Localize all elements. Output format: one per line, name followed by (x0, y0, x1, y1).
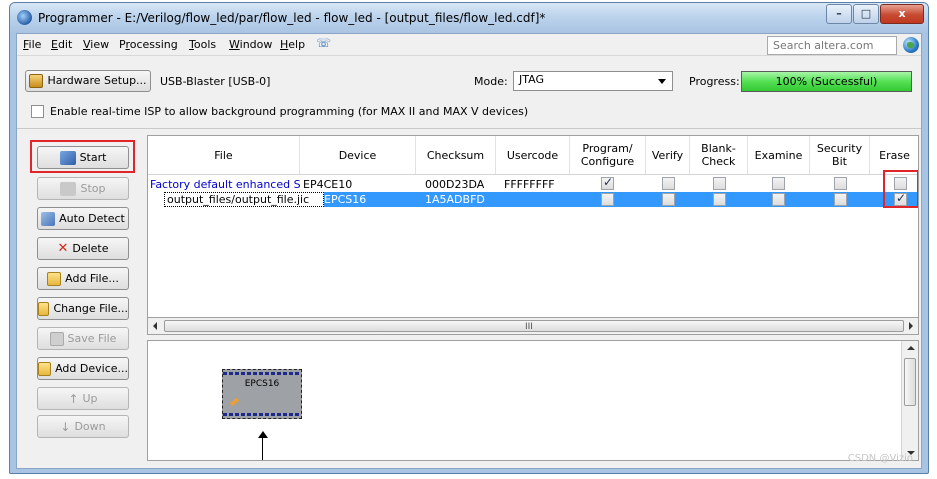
menu-file[interactable]: File (23, 38, 41, 51)
col-examine[interactable]: Examine (748, 136, 810, 174)
hardware-icon (29, 74, 44, 88)
row0-program-checkbox[interactable] (601, 175, 614, 190)
row0-file[interactable]: Factory default enhanced S... (150, 178, 300, 191)
row0-usercode: FFFFFFFF (504, 178, 555, 191)
epcs16-chip[interactable]: EPCS16 (222, 369, 302, 419)
vertical-scroll-thumb[interactable] (904, 358, 916, 406)
delete-icon: ✕ (57, 240, 69, 256)
search-input[interactable]: Search altera.com (767, 36, 897, 55)
save-icon (49, 331, 64, 346)
row1-examine-checkbox[interactable] (772, 193, 785, 206)
row1-device: EPCS16 (324, 193, 367, 206)
chip-pins-bottom (223, 413, 301, 416)
device-table: File Device Checksum Usercode Program/ C… (147, 135, 919, 318)
col-usercode[interactable]: Usercode (496, 136, 570, 174)
chip-pins-top (223, 372, 301, 375)
folder-change-icon (38, 301, 50, 316)
add-device-icon (38, 361, 52, 376)
isp-checkbox[interactable] (31, 105, 44, 118)
toolbar-separator (17, 128, 921, 129)
progress-bar: 100% (Successful) (741, 71, 912, 92)
close-button[interactable]: x (880, 4, 924, 24)
save-file-button[interactable]: Save File (37, 327, 129, 350)
row1-blank-check-checkbox[interactable] (713, 193, 726, 206)
col-device[interactable]: Device (300, 136, 416, 174)
col-program[interactable]: Program/ Configure (570, 136, 646, 174)
col-blank-check[interactable]: Blank- Check (690, 136, 748, 174)
row1-checksum: 1A5ADBFD (425, 193, 485, 206)
scroll-left-icon[interactable] (153, 322, 157, 330)
app-icon (17, 10, 32, 25)
col-file[interactable]: File (148, 136, 300, 174)
table-horizontal-scrollbar[interactable]: III (147, 318, 919, 335)
row0-examine-checkbox[interactable] (772, 177, 785, 190)
menu-help[interactable]: Help (280, 38, 305, 51)
col-verify[interactable]: Verify (646, 136, 690, 174)
col-checksum[interactable]: Checksum (416, 136, 496, 174)
hardware-device-label: USB-Blaster [USB-0] (160, 75, 271, 88)
jtag-arrow-icon (258, 431, 268, 438)
col-security-bit[interactable]: Security Bit (810, 136, 870, 174)
col-erase[interactable]: Erase (870, 136, 918, 174)
menu-edit[interactable]: Edit (51, 38, 72, 51)
programmer-window: Programmer - E:/Verilog/flow_led/par/flo… (9, 2, 929, 474)
window-title: Programmer - E:/Verilog/flow_led/par/flo… (38, 11, 546, 25)
row0-checksum: 000D23DA (425, 178, 485, 191)
scroll-up-icon[interactable] (907, 346, 915, 350)
progress-text: 100% (Successful) (775, 75, 878, 88)
menu-processing[interactable]: Processing (119, 38, 178, 51)
progress-label: Progress: (689, 75, 740, 88)
mode-select[interactable]: JTAG (513, 71, 673, 91)
down-button[interactable]: ↓ Down (37, 415, 129, 438)
erase-highlight (883, 170, 918, 208)
minimize-button[interactable]: – (826, 4, 852, 24)
chain-diagram: EPCS16 (147, 340, 919, 461)
pencil-icon (229, 397, 240, 407)
diagram-vertical-scrollbar[interactable] (901, 341, 918, 460)
auto-detect-button[interactable]: Auto Detect (37, 207, 129, 230)
title-bar[interactable]: Programmer - E:/Verilog/flow_led/par/flo… (10, 3, 928, 33)
folder-add-icon (47, 271, 62, 286)
scroll-thumb[interactable]: III (164, 320, 904, 332)
row1-verify-checkbox[interactable] (662, 193, 675, 206)
row1-file[interactable]: output_files/output_file.jic (167, 193, 319, 206)
add-device-button[interactable]: Add Device... (37, 357, 129, 380)
hardware-setup-button[interactable]: Hardware Setup... (25, 70, 151, 92)
start-highlight (30, 140, 135, 173)
scroll-right-icon[interactable] (909, 322, 913, 330)
row0-device: EP4CE10 (303, 178, 353, 191)
scroll-grip: III (525, 322, 533, 332)
globe-icon[interactable] (903, 37, 919, 53)
chip-label: EPCS16 (244, 379, 280, 389)
maximize-button[interactable]: □ (853, 4, 879, 24)
mode-label: Mode: (474, 75, 508, 88)
up-button[interactable]: ↑ Up (37, 387, 129, 410)
delete-button[interactable]: ✕ Delete (37, 237, 129, 260)
stop-icon (60, 181, 77, 196)
stop-button[interactable]: Stop (37, 177, 129, 200)
header-divider (148, 174, 918, 175)
up-arrow-icon: ↑ (68, 391, 79, 406)
menu-tools[interactable]: Tools (189, 38, 216, 51)
menu-bar: File Edit View Processing Tools Window H… (17, 34, 921, 56)
down-arrow-icon: ↓ (60, 419, 71, 434)
jtag-line (262, 437, 263, 460)
row0-blank-check-checkbox[interactable] (713, 177, 726, 190)
menu-window[interactable]: Window (229, 38, 272, 51)
row1-program-checkbox[interactable] (601, 193, 614, 206)
change-file-button[interactable]: Change File... (37, 297, 129, 320)
auto-detect-icon (41, 211, 56, 226)
menu-view[interactable]: View (83, 38, 109, 51)
isp-label: Enable real-time ISP to allow background… (50, 105, 529, 118)
feedback-icon[interactable]: ☏ (316, 36, 331, 50)
row0-security-checkbox[interactable] (834, 177, 847, 190)
watermark: CSDN @Vizio (847, 453, 913, 464)
add-file-button[interactable]: Add File... (37, 267, 129, 290)
client-area: File Edit View Processing Tools Window H… (16, 33, 922, 469)
row1-security-checkbox[interactable] (834, 193, 847, 206)
row0-verify-checkbox[interactable] (662, 177, 675, 190)
